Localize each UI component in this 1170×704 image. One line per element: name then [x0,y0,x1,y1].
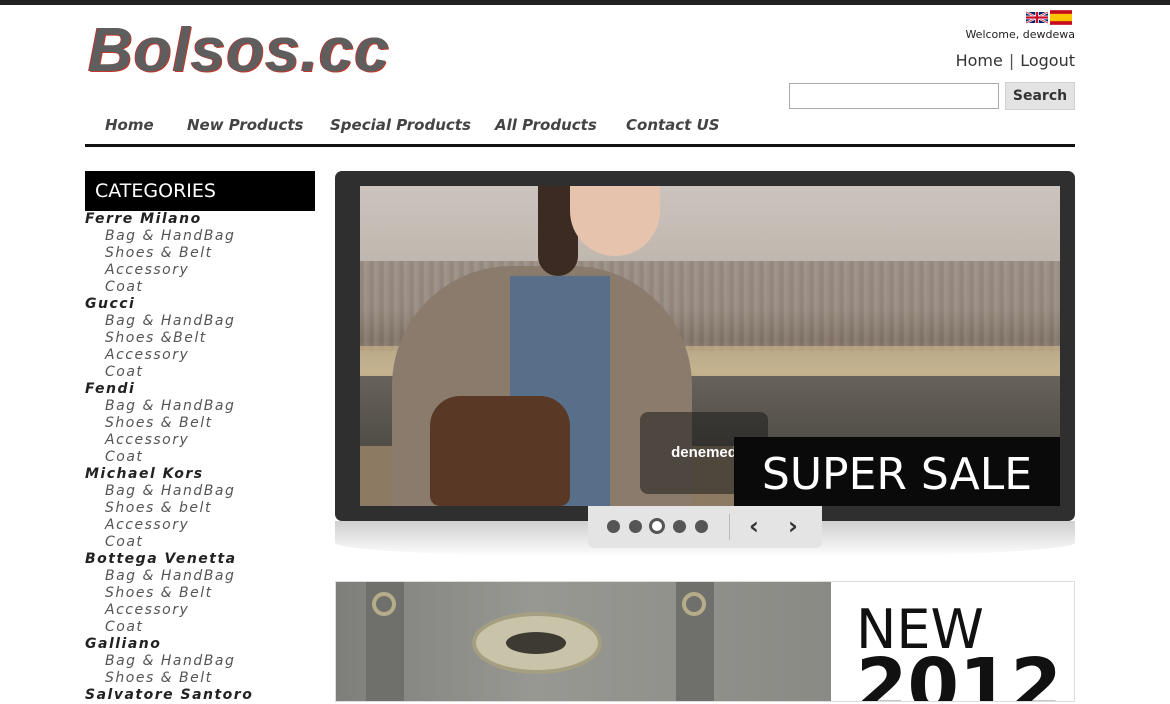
top-border [0,0,1170,5]
subcategory-link[interactable]: Accessory [85,602,315,619]
slide-model-face [570,186,660,256]
category-fendi[interactable]: Fendi [85,381,315,398]
main-nav: Home New Products Special Products All P… [85,114,1075,147]
categories-header: CATEGORIES [85,171,315,211]
subcategory-link[interactable]: Bag & HandBag [85,398,315,415]
spanish-flag-icon[interactable] [1050,10,1072,25]
slide-dot-1[interactable] [607,520,620,533]
subcategory-link[interactable]: Coat [85,619,315,636]
category-salvatore-santoro[interactable]: Salvatore Santoro [85,687,315,704]
category-galliano[interactable]: Galliano [85,636,315,653]
account-links: Home | Logout [956,51,1075,70]
home-link[interactable]: Home [956,51,1003,70]
slide-dot-2[interactable] [629,520,642,533]
subcategory-link[interactable]: Shoes & Belt [85,585,315,602]
language-flags [1026,10,1072,25]
bag-ring [682,592,706,616]
subcategory-link[interactable]: Accessory [85,262,315,279]
banner-year-text: 2012 [856,643,1062,702]
subcategory-link[interactable]: Coat [85,449,315,466]
slide-dot-5[interactable] [695,520,708,533]
category-bottega-venetta[interactable]: Bottega Venetta [85,551,315,568]
subcategory-link[interactable]: Bag & HandBag [85,483,315,500]
subcategory-link[interactable]: Shoes & Belt [85,245,315,262]
slide-model-bag [430,396,570,506]
subcategory-link[interactable]: Bag & HandBag [85,228,315,245]
nav-all-products[interactable]: All Products [495,116,597,134]
category-list: Ferre Milano Bag & HandBag Shoes & Belt … [85,211,315,704]
subcategory-link[interactable]: Bag & HandBag [85,653,315,670]
subcategory-link[interactable]: Accessory [85,517,315,534]
nav-contact-us[interactable]: Contact US [626,116,720,134]
chevron-left-icon[interactable]: ‹ [749,512,759,540]
chevron-right-icon[interactable]: › [788,512,798,540]
bag-ring [372,592,396,616]
nav-special-products[interactable]: Special Products [330,116,471,134]
subcategory-link[interactable]: Accessory [85,347,315,364]
link-separator: | [1008,51,1015,70]
subcategory-link[interactable]: Shoes & belt [85,500,315,517]
controls-divider [729,514,730,540]
logout-link[interactable]: Logout [1020,51,1075,70]
welcome-message: Welcome, dewdewa [965,28,1075,41]
slide-dot-4[interactable] [673,520,686,533]
nav-new-products[interactable]: New Products [187,116,303,134]
handbag-image [336,582,831,701]
new-2012-banner[interactable]: NEW 2012 [335,581,1075,702]
category-gucci[interactable]: Gucci [85,296,315,313]
english-flag-icon[interactable] [1026,10,1048,25]
subcategory-link[interactable]: Accessory [85,432,315,449]
subcategory-link[interactable]: Shoes & Belt [85,670,315,687]
subcategory-link[interactable]: Coat [85,364,315,381]
search-input[interactable] [789,83,999,109]
search-button[interactable]: Search [1005,82,1075,110]
subcategory-link[interactable]: Coat [85,279,315,296]
super-sale-text: SUPER SALE [761,449,1033,500]
category-michael-kors[interactable]: Michael Kors [85,466,315,483]
subcategory-link[interactable]: Bag & HandBag [85,313,315,330]
slide-dot-3-active[interactable] [649,518,665,534]
subcategory-link[interactable]: Shoes &Belt [85,330,315,347]
subcategory-link[interactable]: Bag & HandBag [85,568,315,585]
category-ferre-milano[interactable]: Ferre Milano [85,211,315,228]
bag-clasp-lock [506,632,566,654]
site-logo[interactable]: Bolsos.cc [88,16,390,86]
subcategory-link[interactable]: Coat [85,534,315,551]
subcategory-link[interactable]: Shoes & Belt [85,415,315,432]
nav-home[interactable]: Home [105,116,154,134]
